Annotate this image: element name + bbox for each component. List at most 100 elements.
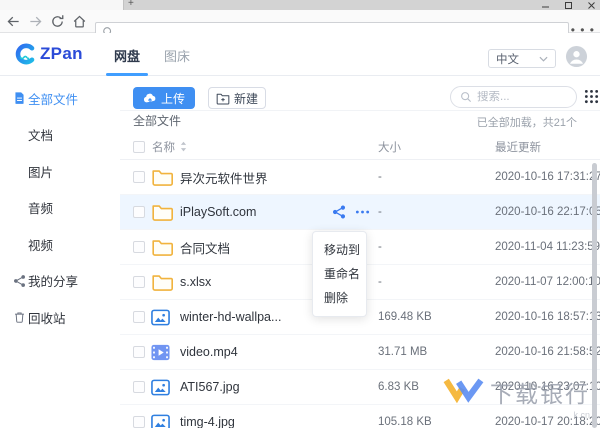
row-checkbox[interactable]	[133, 241, 145, 253]
select-all-checkbox[interactable]	[133, 140, 145, 153]
row-checkbox[interactable]	[133, 206, 145, 218]
browser-tab-strip: +	[0, 0, 600, 10]
file-updated: 2020-11-04 11:23:59	[495, 241, 600, 253]
file-updated: 2020-11-07 12:00:10	[495, 276, 600, 288]
home-icon[interactable]	[72, 14, 87, 29]
screen: + • • • ZPan 网盘 图床 中文 全部文件 文档 图片 音频 视频 我…	[0, 0, 600, 428]
new-label: 新建	[233, 91, 258, 106]
sidebar-item-2[interactable]: 图片	[0, 153, 120, 190]
zpan-logo-icon	[13, 42, 37, 66]
close-icon[interactable]	[588, 1, 596, 9]
folder-icon	[151, 273, 174, 292]
file-name[interactable]: timg-4.jpg	[180, 415, 359, 428]
new-folder-icon	[216, 92, 230, 105]
watermark: 下载银行 k.cn	[443, 375, 590, 420]
breadcrumb[interactable]: 全部文件	[133, 112, 181, 129]
file-size: -	[378, 206, 382, 218]
sidebar-item-label: 文档	[28, 129, 54, 144]
language-selector[interactable]: 中文	[488, 49, 556, 68]
language-value: 中文	[496, 53, 519, 66]
load-status: 已全部加载，共21个	[476, 117, 577, 129]
folder-icon	[151, 168, 174, 187]
scrollbar-thumb[interactable]	[592, 163, 597, 428]
grid-view-icon[interactable]	[584, 89, 599, 104]
tab-imagehost[interactable]: 图床	[156, 46, 198, 65]
file-row[interactable]: iPlaySoft.com - 2020-10-16 22:17:05	[120, 195, 600, 230]
share-icon	[13, 274, 26, 287]
forward-icon[interactable]	[28, 14, 43, 29]
sidebar: 全部文件 文档 图片 音频 视频 我的分享 回收站	[0, 76, 120, 428]
context-menu-item[interactable]: 移动到	[313, 238, 366, 262]
file-row[interactable]: 异次元软件世界 - 2020-10-16 17:31:27	[120, 160, 600, 195]
column-updated[interactable]: 最近更新	[476, 139, 600, 155]
file-row[interactable]: video.mp4 31.71 MB 2020-10-16 21:58:52	[120, 335, 600, 370]
file-updated: 2020-10-16 21:58:52	[495, 346, 600, 358]
browser-toolbar: • • •	[0, 10, 600, 41]
folder-icon	[151, 238, 174, 257]
sidebar-item-0[interactable]: 全部文件	[0, 80, 120, 117]
upload-label: 上传	[160, 91, 185, 106]
share-file-icon[interactable]	[332, 205, 346, 219]
row-checkbox[interactable]	[133, 311, 145, 323]
row-actions	[332, 195, 370, 229]
cloud-upload-icon	[143, 93, 157, 104]
file-updated: 2020-10-16 22:17:05	[495, 206, 600, 218]
upload-button[interactable]: 上传	[133, 87, 195, 109]
column-name[interactable]: 名称	[152, 139, 175, 155]
sidebar-item-label: 图片	[28, 165, 54, 180]
watermark-logo-icon	[443, 376, 485, 408]
logo-text: ZPan	[40, 44, 83, 63]
row-checkbox[interactable]	[133, 416, 145, 428]
search-input[interactable]	[477, 91, 569, 103]
search-box	[450, 86, 577, 108]
back-icon[interactable]	[6, 14, 21, 29]
avatar[interactable]	[565, 45, 588, 73]
sidebar-item-label: 音频	[28, 202, 54, 217]
image-file-icon	[151, 308, 170, 327]
sidebar-item-5[interactable]: 我的分享	[0, 263, 120, 300]
file-size: -	[378, 171, 382, 183]
sidebar-item-1[interactable]: 文档	[0, 117, 120, 154]
sidebar-item-label: 我的分享	[28, 275, 79, 290]
video-file-icon	[151, 343, 170, 362]
file-size: 169.48 KB	[378, 311, 432, 323]
trash-icon	[13, 311, 26, 324]
file-updated: 2020-10-16 18:57:13	[495, 311, 600, 323]
file-name[interactable]: video.mp4	[180, 345, 359, 359]
file-size: -	[378, 276, 382, 288]
sidebar-item-3[interactable]: 音频	[0, 190, 120, 227]
file-icon	[13, 91, 26, 105]
sidebar-item-4[interactable]: 视频	[0, 226, 120, 263]
minimize-icon[interactable]	[542, 1, 550, 9]
sidebar-item-label: 视频	[28, 238, 54, 253]
file-name[interactable]: ATI567.jpg	[180, 380, 359, 394]
browser-active-tab[interactable]	[0, 0, 124, 10]
toolbar-separator	[120, 110, 600, 111]
file-table-header: 名称 大小 最近更新	[120, 134, 600, 160]
new-tab-button[interactable]: +	[128, 0, 134, 9]
row-checkbox[interactable]	[133, 276, 145, 288]
row-checkbox[interactable]	[133, 346, 145, 358]
maximize-icon[interactable]	[565, 1, 573, 9]
image-file-icon	[151, 413, 170, 428]
row-checkbox[interactable]	[133, 171, 145, 183]
folder-icon	[151, 203, 174, 222]
sidebar-item-label: 全部文件	[28, 92, 79, 107]
sidebar-item-6[interactable]: 回收站	[0, 299, 120, 336]
file-size: 31.71 MB	[378, 346, 428, 358]
context-menu-item[interactable]: 删除	[313, 286, 366, 310]
file-updated: 2020-10-16 17:31:27	[495, 171, 600, 183]
refresh-icon[interactable]	[50, 14, 65, 29]
tab-netdisk[interactable]: 网盘	[106, 46, 148, 65]
context-menu-item[interactable]: 重命名	[313, 262, 366, 286]
zpan-logo[interactable]: ZPan	[13, 42, 83, 66]
chevron-down-icon	[539, 56, 548, 62]
column-size[interactable]: 大小	[359, 139, 476, 155]
new-button[interactable]: 新建	[208, 87, 266, 109]
sort-icon[interactable]	[180, 141, 187, 152]
file-name[interactable]: 异次元软件世界	[180, 168, 359, 187]
context-menu: 移动到 重命名 删除	[312, 231, 367, 317]
row-checkbox[interactable]	[133, 381, 145, 393]
more-actions-icon[interactable]	[355, 205, 370, 219]
image-file-icon	[151, 378, 170, 397]
